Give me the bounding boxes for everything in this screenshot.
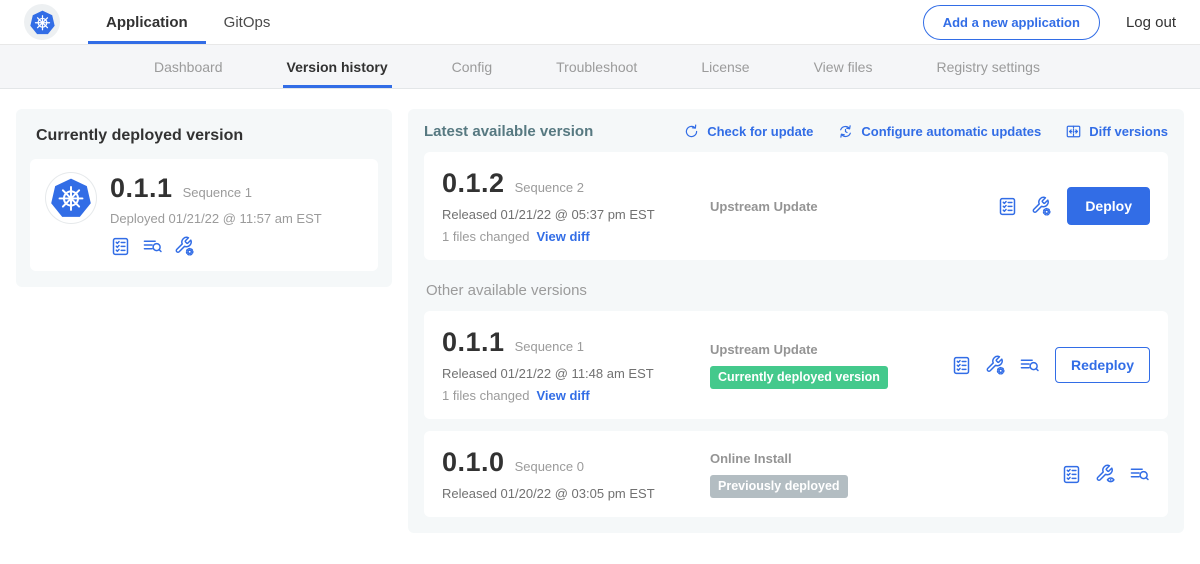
logout-button[interactable]: Log out	[1126, 14, 1176, 31]
deploy-button[interactable]: Deploy	[1067, 187, 1150, 225]
currently-deployed-panel: Currently deployed version 0	[16, 109, 392, 287]
check-for-update-link[interactable]: Check for update	[683, 123, 813, 140]
view-config-icon[interactable]	[1095, 464, 1116, 485]
view-diff-link[interactable]: View diff	[536, 229, 589, 244]
release-notes-icon[interactable]	[951, 355, 972, 376]
edit-config-icon[interactable]	[985, 355, 1006, 376]
version-row-0-1-0: 0.1.0 Sequence 0 Released 01/20/22 @ 03:…	[424, 431, 1168, 517]
version-source-label: Online Install	[710, 451, 1061, 466]
auto-update-icon	[837, 123, 854, 140]
view-logs-icon[interactable]	[1019, 355, 1040, 376]
previously-deployed-badge: Previously deployed	[710, 475, 848, 498]
current-version-actions	[110, 236, 322, 257]
version-number: 0.1.1	[442, 327, 505, 358]
add-new-application-button[interactable]: Add a new application	[923, 5, 1100, 40]
version-row-actions	[1061, 464, 1150, 485]
currently-deployed-title: Currently deployed version	[36, 127, 378, 145]
view-diff-link[interactable]: View diff	[536, 388, 589, 403]
refresh-icon	[683, 123, 700, 140]
view-logs-icon[interactable]	[142, 236, 163, 257]
version-row-actions	[997, 196, 1052, 217]
tab-config[interactable]: Config	[448, 45, 496, 88]
latest-available-title: Latest available version	[424, 123, 593, 140]
configure-automatic-updates-link[interactable]: Configure automatic updates	[837, 123, 1041, 140]
redeploy-button[interactable]: Redeploy	[1055, 347, 1150, 383]
other-available-title: Other available versions	[426, 282, 1168, 299]
version-sequence: Sequence 1	[515, 339, 584, 354]
view-logs-icon[interactable]	[1129, 464, 1150, 485]
current-version-number: 0.1.1	[110, 173, 173, 204]
tab-license[interactable]: License	[697, 45, 753, 88]
version-row-0-1-2: 0.1.2 Sequence 2 Released 01/21/22 @ 05:…	[424, 152, 1168, 260]
version-sequence: Sequence 2	[515, 180, 584, 195]
version-released-date: Released 01/21/22 @ 11:48 am EST	[442, 366, 710, 381]
tab-dashboard[interactable]: Dashboard	[150, 45, 227, 88]
edit-config-icon[interactable]	[174, 236, 195, 257]
app-subnav: Dashboard Version history Config Trouble…	[0, 45, 1200, 89]
files-changed-label: 1 files changed	[442, 229, 529, 244]
version-sequence: Sequence 0	[515, 459, 584, 474]
version-source-label: Upstream Update	[710, 342, 951, 357]
version-number: 0.1.0	[442, 447, 505, 478]
release-notes-icon[interactable]	[997, 196, 1018, 217]
files-changed-label: 1 files changed	[442, 388, 529, 403]
release-notes-icon[interactable]	[110, 236, 131, 257]
current-version-sequence: Sequence 1	[183, 185, 252, 200]
version-source-label: Upstream Update	[710, 199, 997, 214]
version-released-date: Released 01/21/22 @ 05:37 pm EST	[442, 207, 710, 222]
tab-application[interactable]: Application	[88, 0, 206, 44]
app-kubernetes-logo	[46, 173, 96, 223]
diff-versions-link[interactable]: Diff versions	[1065, 123, 1168, 140]
tab-version-history[interactable]: Version history	[283, 45, 392, 88]
tab-view-files[interactable]: View files	[810, 45, 877, 88]
currently-deployed-badge: Currently deployed version	[710, 366, 888, 389]
diff-icon	[1065, 123, 1082, 140]
version-released-date: Released 01/20/22 @ 03:05 pm EST	[442, 486, 710, 501]
version-row-0-1-1: 0.1.1 Sequence 1 Released 01/21/22 @ 11:…	[424, 311, 1168, 419]
currently-deployed-card: 0.1.1 Sequence 1 Deployed 01/21/22 @ 11:…	[30, 159, 378, 271]
tab-troubleshoot[interactable]: Troubleshoot	[552, 45, 641, 88]
version-number: 0.1.2	[442, 168, 505, 199]
tab-gitops[interactable]: GitOps	[206, 0, 289, 44]
tab-registry-settings[interactable]: Registry settings	[932, 45, 1043, 88]
version-row-actions	[951, 355, 1040, 376]
kubernetes-logo	[24, 4, 60, 40]
version-history-panel: Latest available version Check for updat…	[408, 109, 1184, 533]
top-header: Application GitOps Add a new application…	[0, 0, 1200, 45]
header-tabs: Application GitOps	[88, 0, 288, 44]
current-version-deployed-date: Deployed 01/21/22 @ 11:57 am EST	[110, 211, 322, 226]
release-notes-icon[interactable]	[1061, 464, 1082, 485]
edit-config-icon[interactable]	[1031, 196, 1052, 217]
